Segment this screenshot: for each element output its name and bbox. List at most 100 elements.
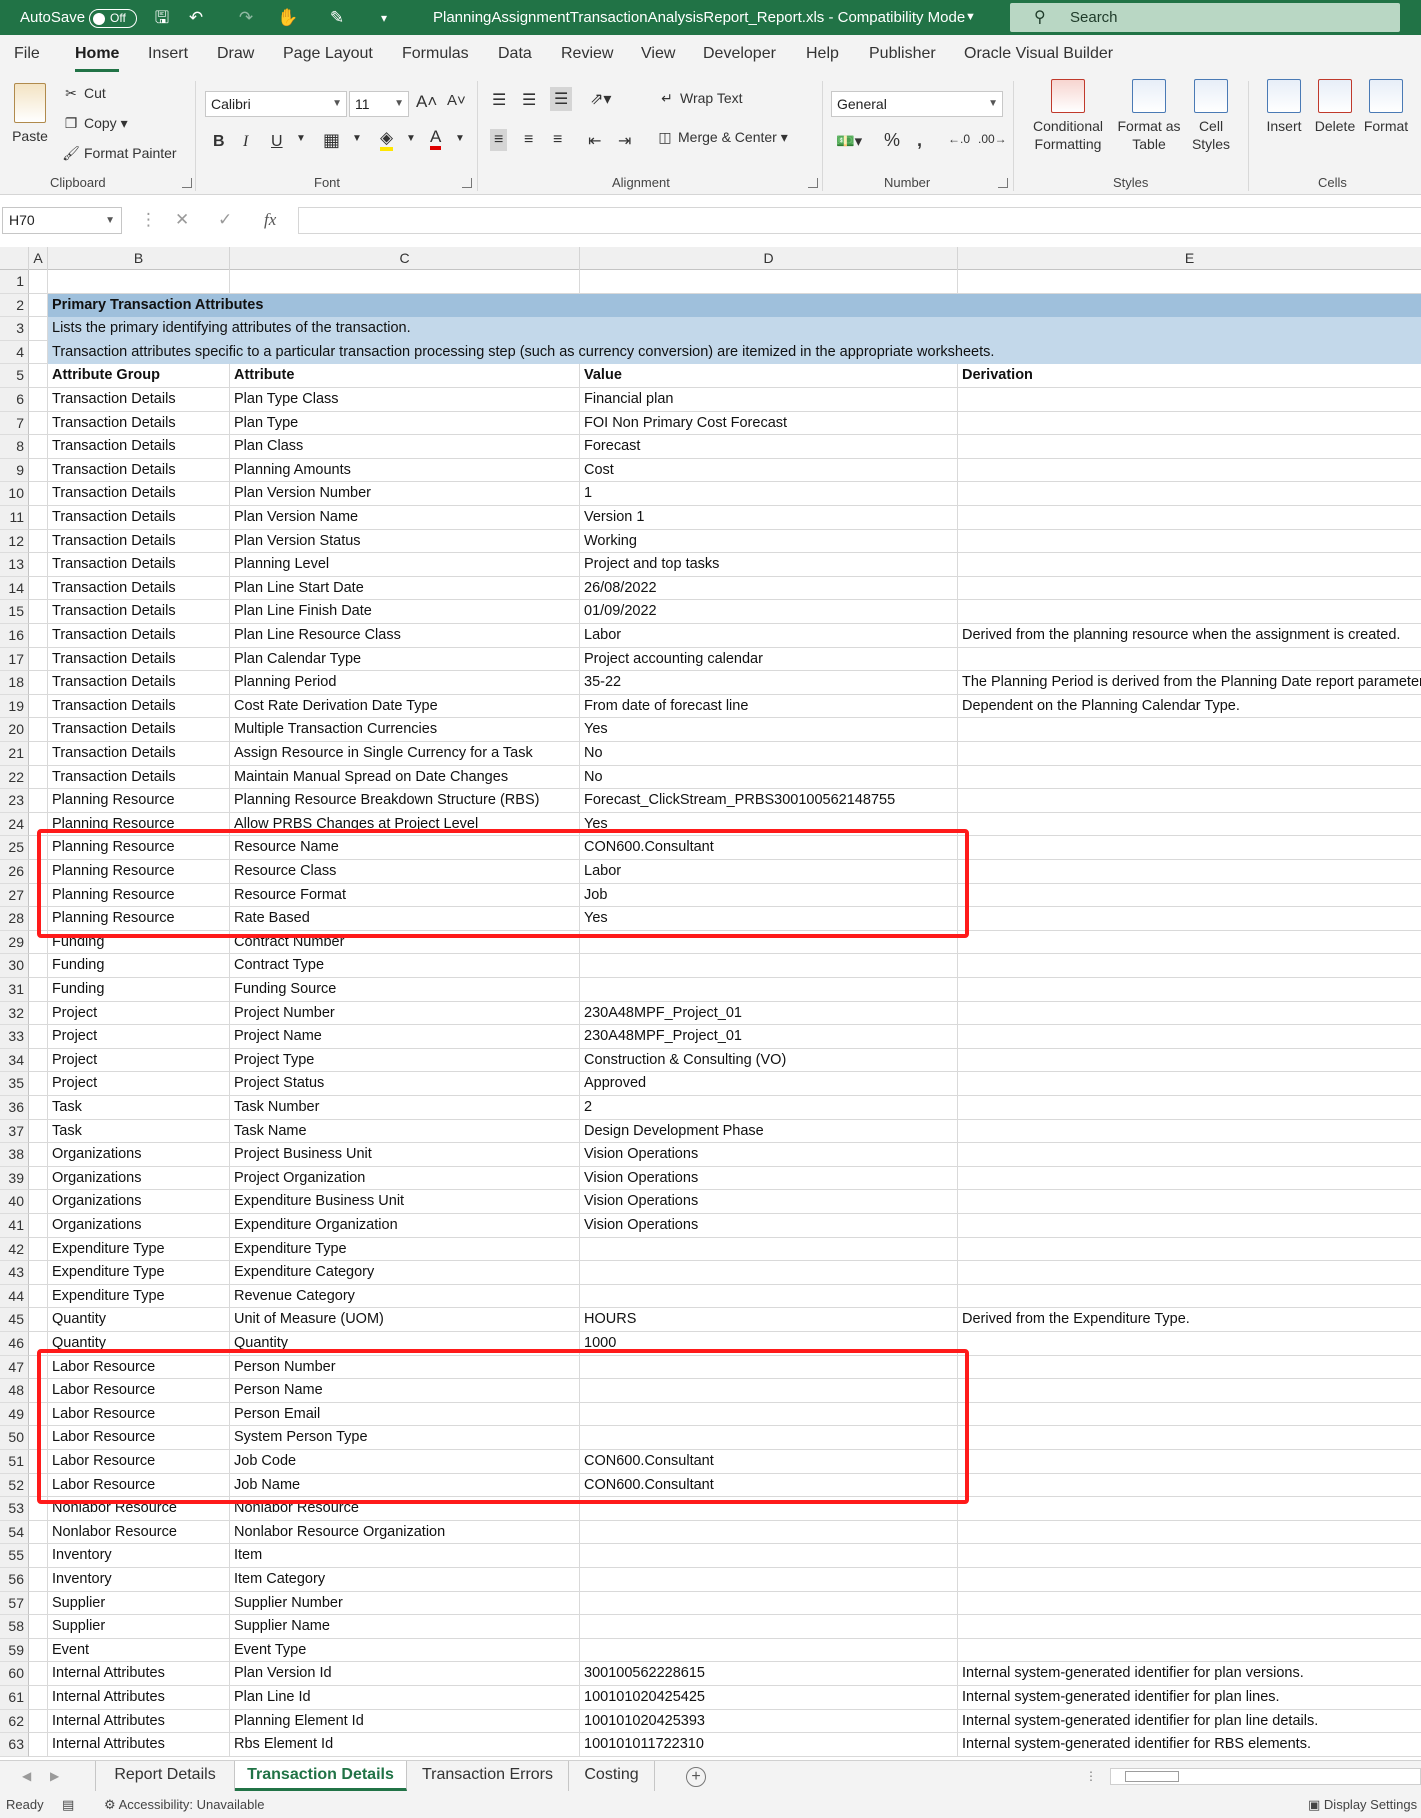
number-launcher-icon[interactable] — [998, 178, 1008, 188]
table-cell[interactable]: Transaction Details — [48, 506, 230, 530]
row-header[interactable]: 4 — [0, 340, 29, 365]
customize-toolbar-icon[interactable]: ▾ — [374, 8, 394, 28]
table-cell[interactable]: Task — [48, 1119, 230, 1144]
table-cell[interactable]: Financial plan — [580, 388, 958, 412]
table-cell[interactable]: Task Number — [230, 1096, 580, 1120]
table-cell[interactable]: Assign Resource in Single Currency for a… — [230, 742, 580, 766]
table-cell[interactable]: Expenditure Type — [48, 1237, 230, 1262]
cell[interactable] — [29, 1143, 48, 1167]
table-cell[interactable]: Maintain Manual Spread on Date Changes — [230, 765, 580, 790]
cell[interactable] — [29, 1261, 48, 1285]
sheet-tab-costing[interactable]: Costing — [569, 1761, 655, 1791]
tab-file[interactable]: File — [14, 45, 40, 63]
cell[interactable] — [29, 1662, 48, 1686]
tab-publisher[interactable]: Publisher — [869, 45, 936, 63]
align-left-icon[interactable]: ≡ — [490, 129, 508, 151]
table-cell[interactable] — [958, 884, 1421, 908]
document-title[interactable]: PlanningAssignmentTransactionAnalysisRep… — [433, 0, 965, 35]
table-cell[interactable]: 230A48MPF_Project_01 — [580, 1001, 958, 1026]
column-header-e[interactable]: E — [958, 247, 1421, 270]
cell[interactable] — [29, 1072, 48, 1096]
comma-style-icon[interactable]: , — [917, 130, 922, 151]
macro-record-icon[interactable]: ▤ — [62, 1797, 74, 1813]
cell[interactable] — [29, 506, 48, 530]
table-cell[interactable] — [580, 954, 958, 978]
table-cell[interactable]: Cost Rate Derivation Date Type — [230, 694, 580, 719]
save-icon[interactable]: 🖫 — [152, 8, 172, 28]
table-cell[interactable] — [958, 1190, 1421, 1214]
table-cell[interactable]: Transaction Details — [48, 529, 230, 554]
row-header[interactable]: 3 — [0, 317, 29, 341]
table-cell[interactable] — [958, 1025, 1421, 1049]
table-header-cell[interactable]: Attribute — [230, 364, 580, 388]
table-cell[interactable]: Transaction Details — [48, 553, 230, 577]
font-launcher-icon[interactable] — [462, 178, 472, 188]
table-cell[interactable]: Expenditure Type — [48, 1284, 230, 1309]
row-header[interactable]: 9 — [0, 458, 29, 483]
table-cell[interactable]: Project Status — [230, 1072, 580, 1096]
table-cell[interactable] — [958, 459, 1421, 483]
tab-formulas[interactable]: Formulas — [402, 45, 469, 63]
table-cell[interactable] — [958, 789, 1421, 813]
cell[interactable] — [29, 576, 48, 601]
row-header[interactable]: 49 — [0, 1402, 29, 1427]
table-cell[interactable]: Task Name — [230, 1119, 580, 1144]
row-header[interactable]: 44 — [0, 1284, 29, 1309]
table-cell[interactable] — [580, 978, 958, 1002]
table-cell[interactable]: Plan Version Name — [230, 506, 580, 530]
chevron-down-icon[interactable]: ▼ — [406, 133, 416, 144]
table-cell[interactable]: 100101011722310 — [580, 1733, 958, 1757]
cell[interactable] — [29, 1520, 48, 1545]
row-header[interactable]: 23 — [0, 789, 29, 813]
cell[interactable] — [29, 742, 48, 766]
description-cell[interactable]: Transaction attributes specific to a par… — [48, 340, 1421, 365]
cell[interactable] — [29, 1308, 48, 1332]
copy-button[interactable]: ❐ Copy ▾ — [62, 115, 128, 132]
accessibility-status[interactable]: ⚙ Accessibility: Unavailable — [104, 1797, 265, 1813]
table-cell[interactable]: Project and top tasks — [580, 553, 958, 577]
table-cell[interactable]: Transaction Details — [48, 742, 230, 766]
row-header[interactable]: 6 — [0, 388, 29, 412]
table-cell[interactable] — [958, 1615, 1421, 1639]
table-cell[interactable]: Plan Version Id — [230, 1662, 580, 1686]
conditional-formatting-button[interactable]: Conditional Formatting — [1022, 79, 1114, 153]
row-header[interactable]: 31 — [0, 978, 29, 1002]
table-cell[interactable]: From date of forecast line — [580, 694, 958, 719]
select-all-corner[interactable] — [0, 247, 29, 270]
table-cell[interactable]: Organizations — [48, 1143, 230, 1167]
table-cell[interactable]: Project Type — [230, 1048, 580, 1073]
row-header[interactable]: 63 — [0, 1733, 29, 1757]
table-cell[interactable]: Transaction Details — [48, 624, 230, 648]
description-cell[interactable]: Lists the primary identifying attributes… — [48, 317, 1421, 341]
table-cell[interactable] — [958, 1167, 1421, 1191]
table-cell[interactable] — [958, 1214, 1421, 1238]
table-cell[interactable]: Cost — [580, 458, 958, 483]
align-top-icon[interactable]: ☰ — [492, 90, 506, 110]
table-cell[interactable]: Planning Period — [230, 671, 580, 695]
borders-icon[interactable]: ▦ — [323, 130, 340, 151]
redo-icon[interactable]: ↷ — [236, 8, 256, 28]
table-cell[interactable]: Plan Calendar Type — [230, 647, 580, 672]
table-cell[interactable]: 300100562228615 — [580, 1662, 958, 1686]
row-header[interactable]: 55 — [0, 1544, 29, 1568]
row-header[interactable]: 60 — [0, 1662, 29, 1686]
table-cell[interactable] — [958, 813, 1421, 837]
row-header[interactable]: 48 — [0, 1379, 29, 1403]
table-cell[interactable]: Planning Element Id — [230, 1709, 580, 1734]
table-cell[interactable]: Expenditure Organization — [230, 1214, 580, 1238]
table-cell[interactable]: Internal system-generated identifier for… — [958, 1710, 1421, 1734]
table-cell[interactable]: Vision Operations — [580, 1166, 958, 1191]
row-header[interactable]: 61 — [0, 1686, 29, 1710]
table-cell[interactable] — [958, 907, 1421, 931]
table-cell[interactable]: No — [580, 765, 958, 790]
row-header[interactable]: 30 — [0, 954, 29, 978]
cell[interactable] — [29, 1048, 48, 1073]
table-cell[interactable]: Transaction Details — [48, 647, 230, 672]
row-header[interactable]: 33 — [0, 1025, 29, 1049]
cell[interactable] — [29, 694, 48, 719]
table-cell[interactable]: Plan Line Finish Date — [230, 600, 580, 624]
decrease-decimal-icon[interactable]: .00→ — [978, 132, 1007, 146]
cell[interactable] — [29, 1709, 48, 1734]
cell[interactable] — [29, 1544, 48, 1568]
tab-help[interactable]: Help — [806, 45, 839, 63]
